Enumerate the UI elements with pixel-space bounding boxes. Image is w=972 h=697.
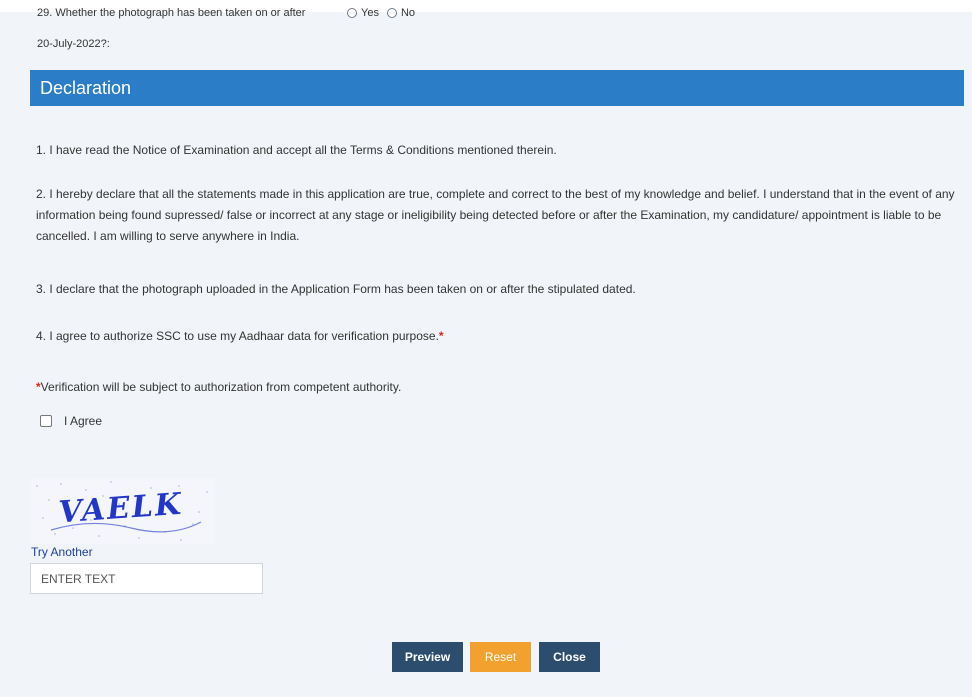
captcha-image: VAELK [31,478,215,544]
agree-checkbox-row[interactable]: I Agree [40,414,102,428]
agree-label: I Agree [64,414,103,428]
radio-no-circle[interactable] [386,8,397,18]
question-29: 29. Whether the photograph has been take… [37,6,423,56]
radio-yes[interactable]: Yes [347,1,379,25]
reset-button[interactable]: Reset [470,642,531,672]
declaration-item-1: 1. I have read the Notice of Examination… [36,143,557,157]
form-panel: 29. Whether the photograph has been take… [0,7,972,697]
declaration-header: Declaration [30,70,964,106]
radio-yes-circle[interactable] [347,8,357,18]
application-page: 29. Whether the photograph has been take… [0,0,972,697]
try-another-link[interactable]: Try Another [31,545,93,559]
preview-button[interactable]: Preview [392,642,463,672]
captcha-svg: VAELK [31,478,215,544]
declaration-item-4-text: 4. I agree to authorize SSC to use my Aa… [36,329,439,343]
declaration-item-2: 2. I hereby declare that all the stateme… [36,187,955,243]
verification-note-text: Verification will be subject to authoriz… [40,380,402,394]
close-button[interactable]: Close [539,642,600,672]
question-29-text: 29. Whether the photograph has been take… [37,7,306,19]
question-29-row: 29. Whether the photograph has been take… [37,6,423,20]
agree-checkbox[interactable] [40,415,52,427]
question-29-text-line2: 20-July-2022?: [37,38,110,50]
radio-yes-label: Yes [361,7,379,19]
required-asterisk: * [438,329,444,343]
radio-no-label: No [400,7,416,19]
captcha-input[interactable] [30,563,263,594]
verification-note: *Verification will be subject to authori… [36,377,966,398]
declaration-item-3: 3. I declare that the photograph uploade… [36,282,636,296]
radio-no[interactable]: No [386,1,416,25]
declaration-item-4: 4. I agree to authorize SSC to use my Aa… [36,326,966,347]
